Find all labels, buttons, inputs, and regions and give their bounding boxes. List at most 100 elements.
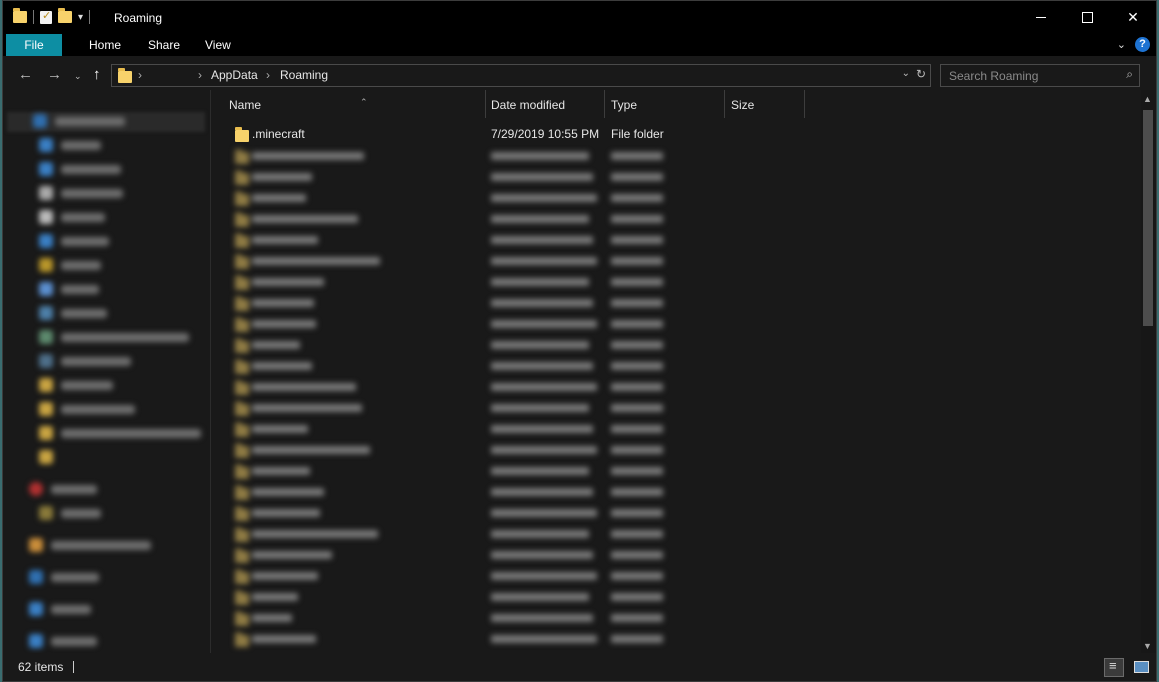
scrollbar-thumb[interactable]	[1143, 110, 1153, 326]
column-header-size[interactable]: Size	[725, 90, 805, 118]
nav-pane-item[interactable]	[39, 448, 53, 466]
nav-pane-item[interactable]	[29, 536, 151, 554]
vertical-scrollbar[interactable]: ▲ ▼	[1141, 90, 1156, 653]
redacted-row[interactable]	[211, 335, 811, 356]
search-input[interactable]	[947, 67, 1116, 85]
redacted-text	[252, 548, 332, 562]
redacted-row[interactable]	[211, 377, 811, 398]
redacted-row[interactable]	[211, 503, 811, 524]
maximize-button[interactable]	[1064, 1, 1110, 34]
column-header-date-modified[interactable]: Date modified	[485, 90, 605, 118]
redacted-row[interactable]	[211, 293, 811, 314]
redacted-text	[252, 611, 292, 625]
nav-pane-item[interactable]	[39, 232, 109, 250]
redacted-row[interactable]	[211, 587, 811, 608]
redacted-row[interactable]	[211, 314, 811, 335]
redacted-row[interactable]	[211, 251, 811, 272]
close-button[interactable]: ✕	[1110, 1, 1156, 34]
redacted-row[interactable]	[211, 524, 811, 545]
file-name: .minecraft	[252, 127, 305, 141]
redacted-text	[491, 632, 597, 646]
properties-icon[interactable]	[40, 9, 52, 24]
nav-pane-item[interactable]	[39, 208, 105, 226]
redacted-row[interactable]	[211, 188, 811, 209]
tab-file[interactable]: File	[6, 34, 62, 56]
nav-pane-item[interactable]	[29, 632, 97, 650]
tab-share[interactable]: Share	[134, 34, 194, 56]
redacted-row[interactable]	[211, 545, 811, 566]
redacted-row[interactable]	[211, 482, 811, 503]
column-header-type[interactable]: Type	[605, 90, 725, 118]
refresh-icon[interactable]: ↻	[916, 67, 926, 81]
nav-pane-item[interactable]	[39, 136, 101, 154]
tab-home[interactable]: Home	[75, 34, 135, 56]
nav-pane-item[interactable]	[33, 112, 125, 130]
expand-ribbon-chevron-icon[interactable]: ⌄	[1117, 38, 1126, 51]
nav-pane-item[interactable]	[39, 304, 107, 322]
breadcrumb-roaming[interactable]: Roaming	[280, 68, 328, 82]
nav-pane-item[interactable]	[29, 600, 91, 618]
nav-pane-item[interactable]	[29, 568, 99, 586]
title-bar: ▾ Roaming ✕	[3, 1, 1156, 34]
table-row[interactable]: .minecraft 7/29/2019 10:55 PM File folde…	[211, 124, 811, 145]
redacted-row[interactable]	[211, 146, 811, 167]
nav-pane-item[interactable]	[39, 504, 101, 522]
breadcrumb-chevron-icon[interactable]: ›	[198, 68, 202, 82]
redacted-text	[491, 191, 597, 205]
nav-pane-label	[51, 540, 151, 550]
nav-pane-item[interactable]	[39, 184, 123, 202]
folder-icon	[235, 506, 249, 521]
nav-pane-item[interactable]	[39, 328, 189, 346]
address-dropdown-chevron-icon[interactable]: ⌄	[902, 68, 910, 79]
nav-pane-label	[61, 140, 101, 150]
breadcrumb-chevron-icon[interactable]: ›	[266, 68, 270, 82]
redacted-text	[611, 149, 663, 163]
tab-view[interactable]: View	[191, 34, 245, 56]
nav-pane-label	[61, 356, 131, 366]
redacted-row[interactable]	[211, 419, 811, 440]
scroll-up-icon[interactable]: ▲	[1143, 94, 1152, 104]
redacted-row[interactable]	[211, 608, 811, 629]
redacted-row[interactable]	[211, 167, 811, 188]
large-icons-view-icon[interactable]	[1132, 658, 1150, 675]
redacted-text	[611, 380, 663, 394]
breadcrumb-appdata[interactable]: AppData	[211, 68, 258, 82]
nav-pane-item[interactable]	[39, 400, 135, 418]
redacted-row[interactable]	[211, 272, 811, 293]
redacted-row[interactable]	[211, 398, 811, 419]
minimize-button[interactable]	[1018, 1, 1064, 34]
redacted-row[interactable]	[211, 461, 811, 482]
address-bar[interactable]: › › AppData › Roaming ⌄ ↻	[111, 64, 931, 87]
network-icon	[29, 634, 43, 648]
nav-pane-item[interactable]	[29, 480, 97, 498]
redacted-row[interactable]	[211, 209, 811, 230]
scroll-down-icon[interactable]: ▼	[1143, 641, 1152, 651]
redacted-text	[252, 359, 312, 373]
back-arrow-icon[interactable]: ←	[18, 66, 33, 83]
redacted-text	[252, 443, 370, 457]
recent-locations-chevron-icon[interactable]: ⌄	[74, 71, 82, 82]
redacted-row[interactable]	[211, 629, 811, 650]
redacted-row[interactable]	[211, 566, 811, 587]
redacted-text	[491, 401, 589, 415]
nav-pane-item[interactable]	[39, 352, 131, 370]
new-folder-icon[interactable]	[58, 8, 72, 23]
breadcrumb-chevron-icon[interactable]: ›	[138, 68, 142, 82]
nav-pane-item[interactable]	[39, 160, 121, 178]
nav-pane-item[interactable]	[39, 376, 113, 394]
nav-pane-item[interactable]	[39, 424, 201, 442]
forward-arrow-icon[interactable]: →	[47, 66, 62, 83]
redacted-text	[252, 590, 298, 604]
redacted-row[interactable]	[211, 230, 811, 251]
redacted-row[interactable]	[211, 440, 811, 461]
column-header-name[interactable]: Name ⌃	[223, 90, 486, 118]
nav-pane-item[interactable]	[39, 256, 101, 274]
up-arrow-icon[interactable]: ↑	[93, 66, 101, 83]
nav-pane-item[interactable]	[39, 280, 99, 298]
customize-toolbar-chevron-icon[interactable]: ▾	[78, 12, 83, 23]
folder-icon	[235, 527, 249, 542]
redacted-row[interactable]	[211, 356, 811, 377]
help-icon[interactable]: ?	[1135, 37, 1150, 52]
details-view-icon[interactable]	[1104, 658, 1124, 677]
search-box[interactable]: ⌕	[940, 64, 1140, 87]
